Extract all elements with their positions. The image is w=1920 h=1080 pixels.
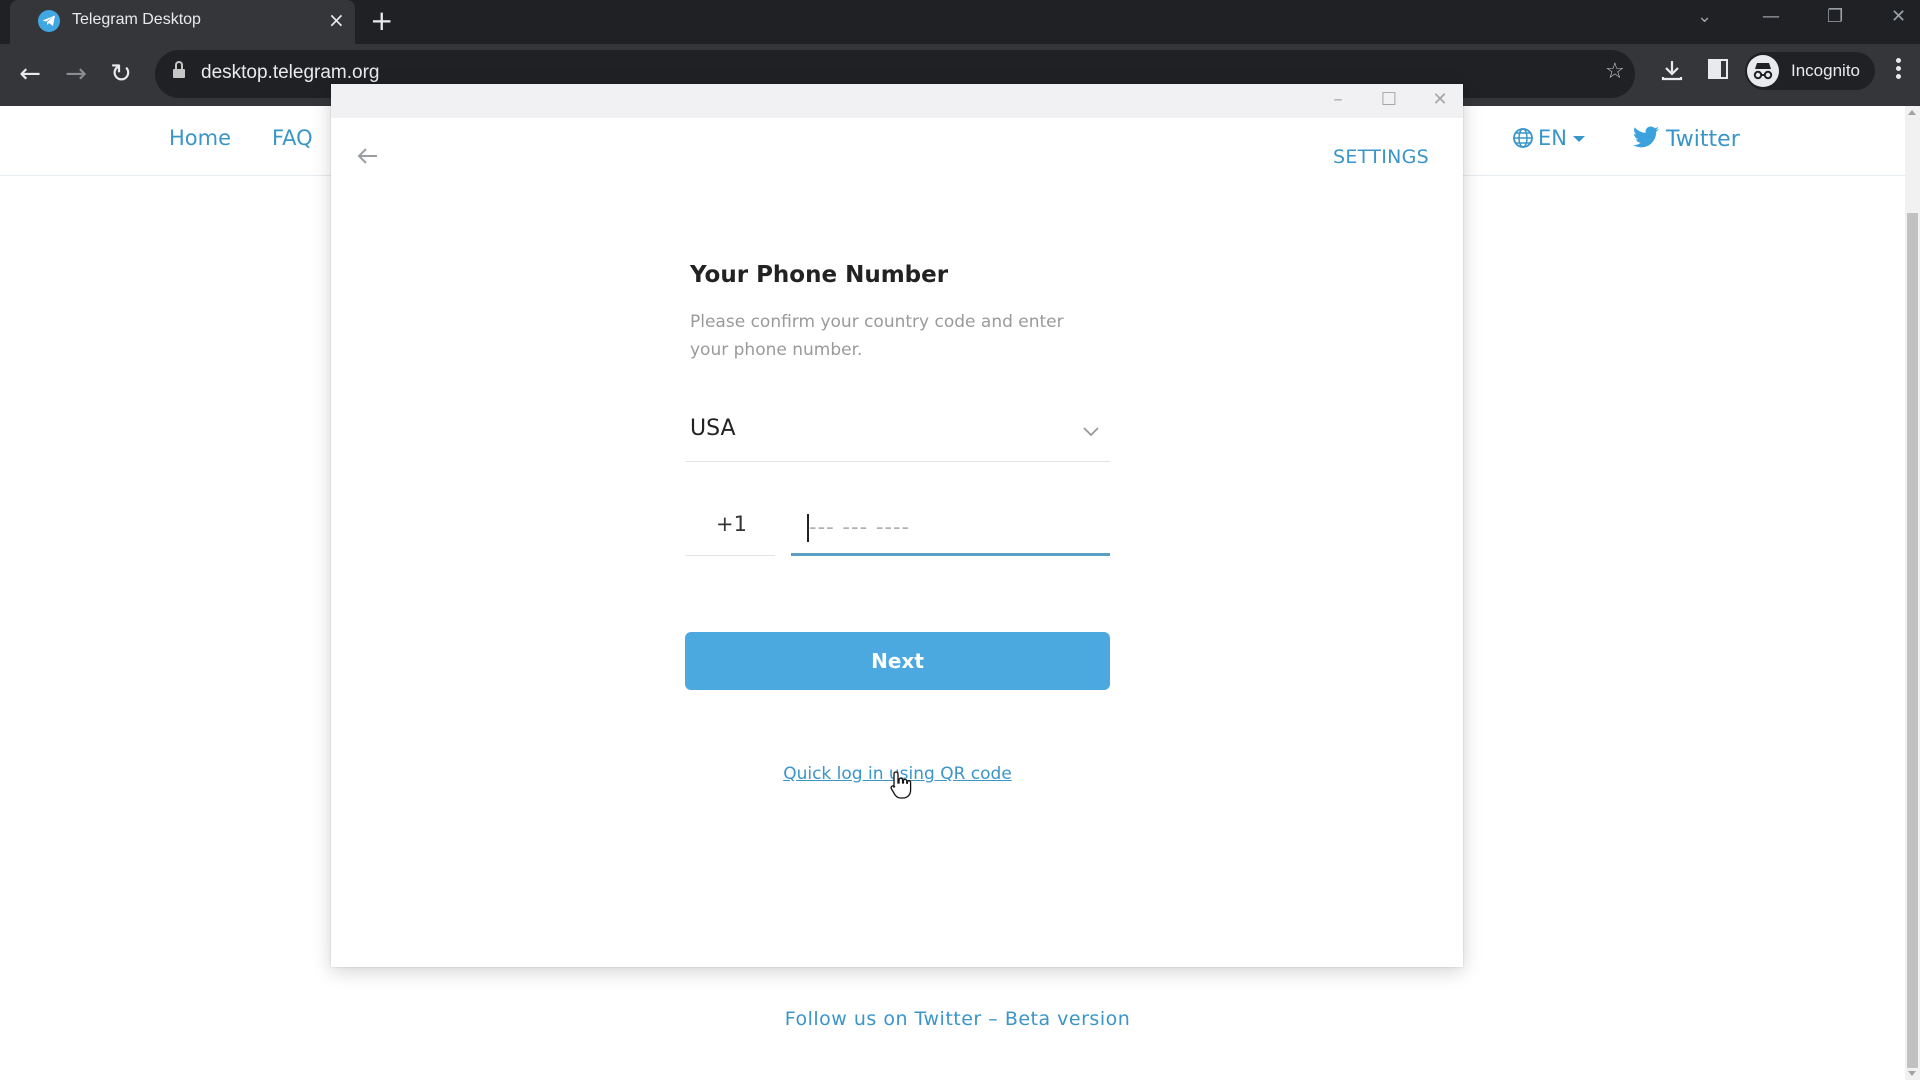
reload-button[interactable]: ↻ (103, 56, 139, 92)
follow-twitter-link[interactable]: Follow us on Twitter (785, 1008, 982, 1030)
form-title: Your Phone Number (690, 262, 949, 288)
hand-pointer-cursor-icon (890, 771, 912, 799)
phone-number-field[interactable] (791, 500, 1110, 556)
browser-tab-strip: Telegram Desktop × + ⌄ — ❐ ✕ (0, 0, 1920, 44)
new-tab-button[interactable]: + (370, 6, 393, 36)
caret-down-icon (1572, 136, 1585, 142)
language-label: EN (1538, 126, 1567, 150)
globe-icon (1513, 128, 1533, 148)
bookmark-star-icon[interactable]: ☆ (1605, 59, 1625, 84)
page-scrollbar[interactable] (1905, 106, 1920, 1080)
scroll-up-arrow-icon[interactable] (1908, 110, 1916, 115)
settings-button[interactable]: SETTINGS (1333, 146, 1429, 168)
incognito-icon (1747, 55, 1779, 87)
url-text[interactable]: desktop.telegram.org (201, 62, 380, 84)
telegram-logo-icon (38, 10, 60, 32)
back-button[interactable]: ← (12, 56, 48, 92)
browser-menu-icon[interactable] (1893, 58, 1903, 88)
tab-title: Telegram Desktop (72, 11, 201, 28)
tab-close-icon[interactable]: × (328, 9, 345, 31)
modal-maximize-button[interactable]: ☐ (1366, 84, 1412, 118)
side-panel-icon[interactable] (1707, 58, 1729, 84)
form-description: Please confirm your country code and ent… (690, 312, 1064, 360)
country-value: USA (690, 416, 736, 441)
country-select[interactable]: USA (685, 406, 1110, 462)
scrollbar-thumb[interactable] (1907, 213, 1918, 1068)
beta-version-link[interactable]: Beta version (1005, 1008, 1130, 1030)
forward-button[interactable]: → (58, 56, 94, 92)
window-titlebar[interactable]: – ☐ ✕ (331, 84, 1463, 118)
next-button[interactable]: Next (685, 632, 1110, 690)
telegram-login-window: – ☐ ✕ SETTINGS Your Phone Number Please … (331, 84, 1463, 967)
window-restore-button[interactable]: ❐ (1827, 6, 1843, 27)
nav-link-faq[interactable]: FAQ (272, 126, 313, 150)
browser-tab[interactable]: Telegram Desktop × (10, 0, 355, 44)
modal-close-button[interactable]: ✕ (1417, 84, 1463, 118)
twitter-label: Twitter (1666, 127, 1740, 152)
back-arrow-icon[interactable] (353, 141, 383, 171)
tab-search-icon[interactable]: ⌄ (1697, 6, 1712, 27)
incognito-profile-button[interactable]: Incognito (1745, 52, 1875, 90)
scroll-down-arrow-icon[interactable] (1908, 1071, 1916, 1076)
download-icon[interactable] (1660, 58, 1684, 86)
language-selector[interactable]: EN (1512, 126, 1585, 150)
footer: Follow us on Twitter – Beta version (0, 1008, 1905, 1030)
phone-number-input[interactable] (791, 500, 1110, 553)
footer-separator: – (981, 1008, 1005, 1030)
country-code-value: +1 (716, 512, 747, 536)
modal-minimize-button[interactable]: – (1315, 84, 1361, 118)
window-close-button[interactable]: ✕ (1891, 6, 1906, 27)
twitter-link[interactable]: Twitter (1632, 126, 1740, 152)
incognito-label: Incognito (1791, 61, 1860, 80)
chevron-down-icon (1083, 427, 1099, 437)
window-minimize-button[interactable]: — (1762, 6, 1780, 27)
nav-link-home[interactable]: Home (169, 126, 231, 150)
country-code-field[interactable]: +1 (685, 500, 775, 556)
lock-icon (173, 61, 185, 80)
twitter-bird-icon (1633, 126, 1659, 148)
